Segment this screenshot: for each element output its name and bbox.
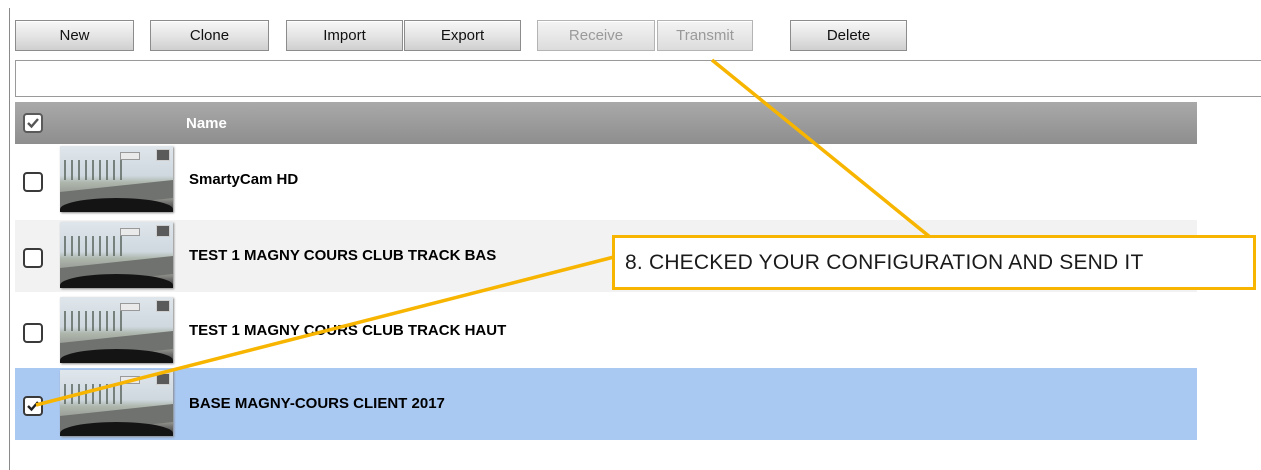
transmit-button[interactable]: Transmit bbox=[657, 20, 753, 51]
list-item-selected[interactable]: BASE MAGNY-COURS CLIENT 2017 bbox=[15, 368, 1197, 440]
instruction-callout: 8. CHECKED YOUR CONFIGURATION AND SEND I… bbox=[612, 235, 1256, 290]
search-input[interactable] bbox=[15, 60, 1261, 97]
new-button[interactable]: New bbox=[15, 20, 134, 51]
checkmark-icon bbox=[27, 401, 39, 412]
checkmark-icon bbox=[27, 118, 39, 129]
delete-button[interactable]: Delete bbox=[790, 20, 907, 51]
row-name: TEST 1 MAGNY COURS CLUB TRACK BAS bbox=[189, 247, 497, 264]
row-checkbox-checked[interactable] bbox=[23, 396, 43, 416]
import-button[interactable]: Import bbox=[286, 20, 403, 51]
row-name: BASE MAGNY-COURS CLIENT 2017 bbox=[189, 395, 445, 412]
config-thumbnail bbox=[60, 146, 173, 212]
config-thumbnail bbox=[60, 370, 173, 436]
row-checkbox[interactable] bbox=[23, 248, 43, 268]
select-all-checkbox[interactable] bbox=[23, 113, 43, 133]
list-header: Name bbox=[15, 102, 1197, 144]
receive-button[interactable]: Receive bbox=[537, 20, 655, 51]
config-thumbnail bbox=[60, 222, 173, 288]
list-item[interactable]: SmartyCam HD bbox=[15, 144, 1197, 216]
left-border bbox=[9, 8, 10, 470]
toolbar: New Clone Import Export Receive Transmit… bbox=[0, 0, 1261, 60]
clone-button[interactable]: Clone bbox=[150, 20, 269, 51]
row-name: TEST 1 MAGNY COURS CLUB TRACK HAUT bbox=[189, 322, 507, 339]
row-checkbox[interactable] bbox=[23, 172, 43, 192]
list-item[interactable]: TEST 1 MAGNY COURS CLUB TRACK HAUT bbox=[15, 295, 1197, 367]
export-button[interactable]: Export bbox=[404, 20, 521, 51]
row-name: SmartyCam HD bbox=[189, 171, 299, 188]
name-column-header[interactable]: Name bbox=[186, 115, 227, 132]
config-thumbnail bbox=[60, 297, 173, 363]
row-checkbox[interactable] bbox=[23, 323, 43, 343]
